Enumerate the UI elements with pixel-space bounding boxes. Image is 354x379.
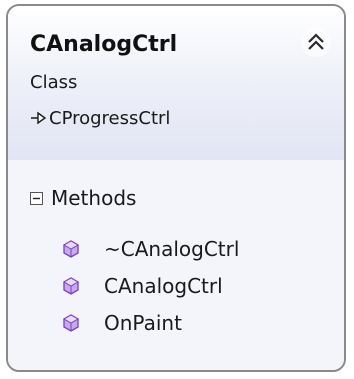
method-item[interactable]: OnPaint — [62, 304, 239, 341]
method-item[interactable]: CAnalogCtrl — [62, 267, 239, 304]
class-header: CAnalogCtrl Class CProgressCtrl — [8, 6, 344, 160]
collapse-minus-icon — [30, 191, 43, 205]
method-name: CAnalogCtrl — [104, 273, 223, 298]
methods-section-header[interactable]: Methods — [30, 184, 136, 212]
method-name: OnPaint — [104, 310, 182, 335]
methods-section-title: Methods — [51, 186, 137, 210]
double-chevron-up-icon — [301, 27, 331, 57]
inheritance-arrow-icon — [31, 111, 46, 125]
class-name: CAnalogCtrl — [30, 32, 178, 57]
method-item[interactable]: ~CAnalogCtrl — [62, 230, 239, 267]
method-cube-icon — [62, 276, 80, 295]
methods-list: ~CAnalogCtrl CAnalogCtrl OnPaint — [62, 230, 239, 341]
collapse-button[interactable] — [298, 24, 334, 60]
base-class-row: CProgressCtrl — [30, 106, 170, 130]
class-stereotype: Class — [30, 72, 78, 93]
method-cube-icon — [62, 239, 80, 258]
method-cube-icon — [62, 313, 80, 332]
method-name: ~CAnalogCtrl — [104, 236, 240, 261]
base-class-name: CProgressCtrl — [49, 107, 171, 129]
class-body: Methods ~CAnalogCtrl CAnalogCtrl OnPaint — [8, 160, 344, 370]
class-shape[interactable]: CAnalogCtrl Class CProgressCtrl Methods — [6, 4, 346, 372]
